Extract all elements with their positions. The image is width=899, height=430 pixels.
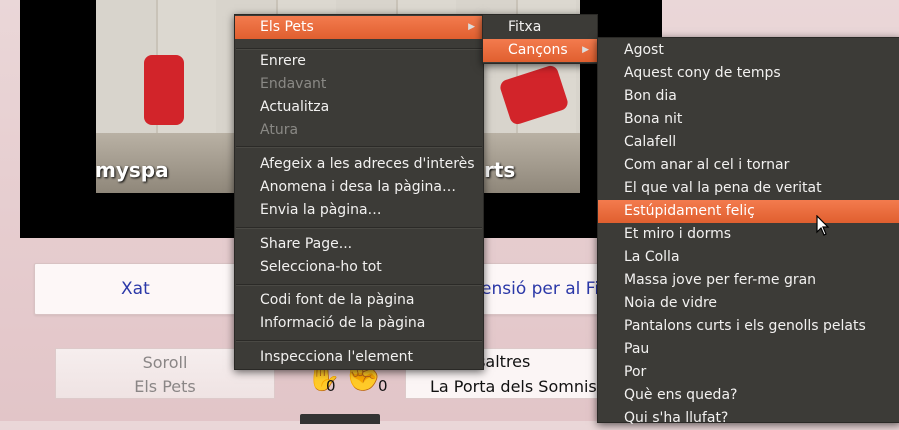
menu-item-label: Actualitza [260, 99, 330, 115]
song-label: La Colla [624, 249, 680, 265]
video-caption-right: rts [484, 158, 516, 182]
menu-item-label: Els Pets [260, 19, 314, 35]
menu-item-els-pets[interactable]: Els Pets ▶ [235, 16, 483, 39]
menu-item-back[interactable]: Enrere [235, 50, 483, 73]
menu-item-label: Atura [260, 122, 299, 138]
song-item[interactable]: La Colla [598, 246, 899, 269]
menu-item-label: Anomena i desa la pàgina… [260, 179, 456, 195]
song-label: Estúpidament feliç [624, 203, 755, 219]
song-label: Pantalons curts i els genolls pelats [624, 318, 866, 334]
song-item-highlighted[interactable]: Estúpidament feliç [598, 200, 899, 223]
song-item[interactable]: Bon dia [598, 85, 899, 108]
dimension-tab[interactable]: ensió per al Fir [480, 263, 611, 315]
song-label: Pau [624, 341, 650, 357]
menu-item-save-page[interactable]: Anomena i desa la pàgina… [235, 176, 483, 199]
menu-separator [236, 340, 482, 342]
dimension-label[interactable]: ensió per al Fir [481, 279, 606, 299]
song-label: Calafell [624, 134, 677, 150]
menu-item-label: Fitxa [508, 19, 542, 35]
menu-item-view-source[interactable]: Codi font de la pàgina [235, 289, 483, 312]
person-figure [498, 63, 570, 127]
song-label: Noia de vidre [624, 295, 718, 311]
menu-item-page-info[interactable]: Informació de la pàgina [235, 312, 483, 335]
song-label: Com anar al cel i tornar [624, 157, 790, 173]
song-item[interactable]: Qui s'ha llufat? [598, 407, 899, 430]
song-label: Qui s'ha llufat? [624, 410, 729, 426]
menu-item-label: Envia la pàgina… [260, 202, 382, 218]
submenu-els-pets: Fitxa Cançons ▶ [482, 14, 598, 64]
song-label: Bona nit [624, 111, 683, 127]
submenu-arrow-icon: ▶ [468, 22, 475, 32]
song-item[interactable]: Calafell [598, 131, 899, 154]
menu-item-label: Endavant [260, 76, 327, 92]
menu-item-label: Selecciona-ho tot [260, 259, 382, 275]
next-track-album: La Porta dels Somnis [430, 377, 597, 396]
person-figure [144, 55, 184, 125]
song-label: Bon dia [624, 88, 677, 104]
song-label: Por [624, 364, 647, 380]
video-caption-left: myspa [95, 158, 169, 182]
song-item[interactable]: Pantalons curts i els genolls pelats [598, 315, 899, 338]
song-item[interactable]: Bona nit [598, 108, 899, 131]
song-label: Aquest cony de temps [624, 65, 781, 81]
xat-label[interactable]: Xat [121, 279, 150, 299]
menu-item-stop: Atura [235, 119, 483, 142]
menu-item-label: Enrere [260, 53, 306, 69]
menu-item-label: Afegeix a les adreces d'interès [260, 156, 475, 172]
menu-separator [236, 146, 482, 148]
song-item[interactable]: Què ens queda? [598, 384, 899, 407]
menu-item-fitxa[interactable]: Fitxa [483, 16, 597, 39]
menu-item-label: Cançons [508, 42, 568, 58]
menu-item-label: Codi font de la pàgina [260, 292, 415, 308]
song-item[interactable]: Agost [598, 39, 899, 62]
menu-item-bookmark[interactable]: Afegeix a les adreces d'interès [235, 153, 483, 176]
song-label: Què ens queda? [624, 387, 738, 403]
song-item[interactable]: Aquest cony de temps [598, 62, 899, 85]
song-label: Et miro i dorms [624, 226, 732, 242]
song-item[interactable]: Noia de vidre [598, 292, 899, 315]
song-item[interactable]: Et miro i dorms [598, 223, 899, 246]
context-menu: Els Pets ▶ Enrere Endavant Actualitza At… [234, 14, 484, 370]
submenu-arrow-icon: ▶ [582, 45, 589, 55]
menu-item-inspect[interactable]: Inspecciona l'element [235, 346, 483, 369]
menu-item-send-page[interactable]: Envia la pàgina… [235, 199, 483, 222]
bottom-tab[interactable] [300, 414, 380, 424]
mouse-cursor-icon [816, 215, 830, 236]
song-item[interactable]: Por [598, 361, 899, 384]
menu-separator [236, 227, 482, 229]
song-item[interactable]: Pau [598, 338, 899, 361]
menu-item-cancons[interactable]: Cançons ▶ [483, 39, 597, 62]
song-label: Agost [624, 42, 664, 58]
like-count: 0 [326, 377, 336, 395]
menu-item-label: Inspecciona l'element [260, 349, 414, 365]
menu-item-label: Informació de la pàgina [260, 315, 426, 331]
song-item[interactable]: El que val la pena de veritat [598, 177, 899, 200]
menu-item-reload[interactable]: Actualitza [235, 96, 483, 119]
menu-separator [236, 284, 482, 286]
song-item[interactable]: Massa jove per fer-me gran [598, 269, 899, 292]
menu-item-label: Share Page... [260, 236, 353, 252]
submenu-cancons: Agost Aquest cony de temps Bon dia Bona … [597, 37, 899, 426]
dislike-count: 0 [378, 377, 388, 395]
song-item[interactable]: Com anar al cel i tornar [598, 154, 899, 177]
menu-item-share-page[interactable]: Share Page... [235, 233, 483, 256]
menu-item-select-all[interactable]: Selecciona-ho tot [235, 256, 483, 279]
menu-item-forward: Endavant [235, 73, 483, 96]
track-artist: Els Pets [134, 377, 196, 396]
song-label: El que val la pena de veritat [624, 180, 822, 196]
song-label: Massa jove per fer-me gran [624, 272, 817, 288]
xat-tab[interactable]: Xat [34, 263, 236, 315]
